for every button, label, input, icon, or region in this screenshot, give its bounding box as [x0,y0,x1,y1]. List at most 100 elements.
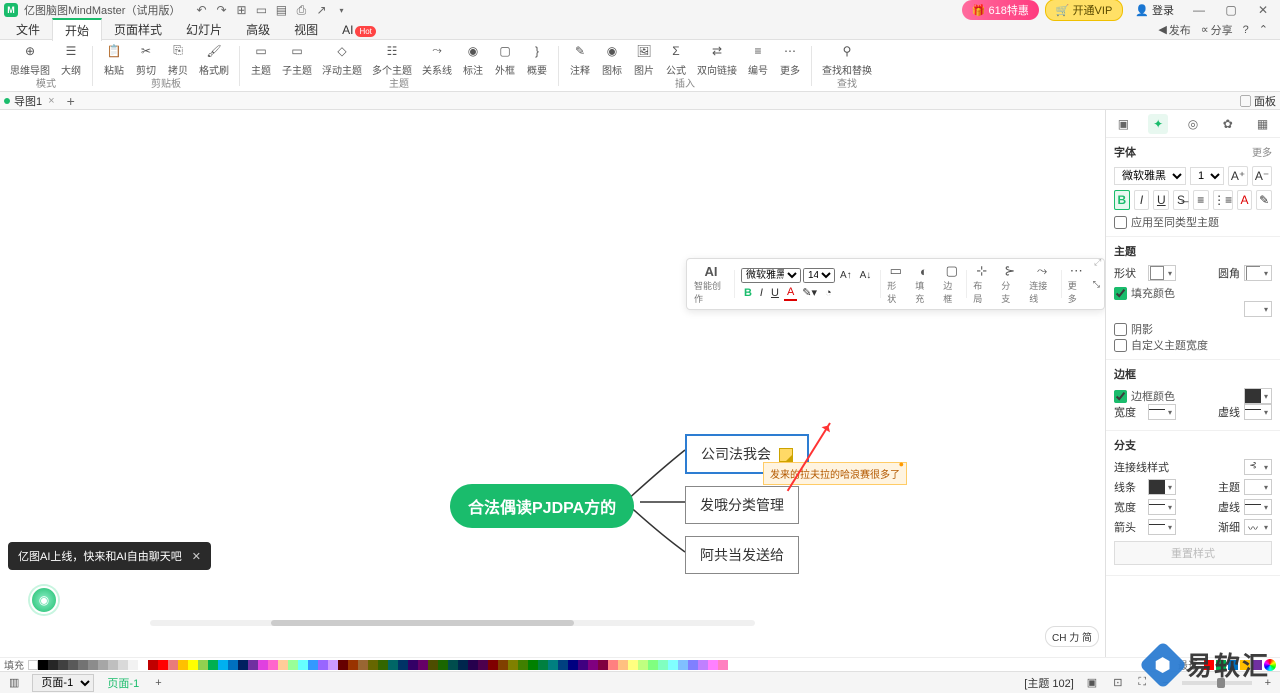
tool-subtopic[interactable]: ▭子主题 [278,40,316,79]
tool-number[interactable]: ≡编号 [743,40,773,79]
tool-mindmap[interactable]: ⊕思维导图 [6,40,54,79]
color-swatch[interactable] [158,660,168,670]
color-swatch[interactable] [288,660,298,670]
shape-select[interactable]: ▾ [1148,265,1176,281]
color-swatch[interactable] [688,660,698,670]
ft-connector[interactable]: ⤳连接线 [1024,261,1060,307]
note-indicator-icon[interactable] [779,448,793,462]
login-button[interactable]: 👤登录 [1135,2,1174,18]
page-select[interactable]: 页面-1 [32,674,94,692]
tool-outline[interactable]: ☰大纲 [56,40,86,79]
connector-style-select[interactable]: ⊰▾ [1244,459,1272,475]
dropdown-icon[interactable]: ▾ [334,3,348,17]
font-size-select[interactable]: 14 [803,268,835,283]
tool-summary[interactable]: }概要 [522,40,552,79]
tool-icon[interactable]: ◉图标 [597,40,627,79]
branch-linecolor-select[interactable]: ▾ [1148,479,1176,495]
shadow-checkbox[interactable]: 阴影 [1114,321,1272,337]
color-swatch[interactable] [508,660,518,670]
color-swatch[interactable] [328,660,338,670]
status-icon-2[interactable]: ⊡ [1110,676,1125,689]
color-swatch[interactable] [538,660,548,670]
branch-taper-select[interactable]: 〰▾ [1244,519,1272,535]
font-more[interactable]: 更多 [1252,144,1272,160]
color-swatch[interactable] [588,660,598,670]
share-button[interactable]: ∝ 分享 [1201,22,1233,38]
font-grow-button[interactable]: A⁺ [1228,166,1248,186]
minimize-button[interactable]: — [1186,0,1212,20]
color-swatch[interactable] [208,660,218,670]
horizontal-scrollbar[interactable] [150,620,755,626]
tool-bilink[interactable]: ⇄双向链接 [693,40,741,79]
vip-button[interactable]: 🛒开通VIP [1045,0,1123,21]
fontcolor-icon[interactable]: A [784,285,797,301]
color-swatch[interactable] [108,660,118,670]
color-swatch[interactable] [308,660,318,670]
font-grow-icon[interactable]: A↑ [837,269,855,282]
menu-slideshow[interactable]: 幻灯片 [174,19,234,40]
tool-formula[interactable]: Σ公式 [661,40,691,79]
panel-toggle[interactable]: ▢ 面板 [1240,93,1276,109]
color-swatch[interactable] [318,660,328,670]
status-icon-1[interactable]: ▣ [1084,676,1100,689]
color-swatch[interactable] [708,660,718,670]
color-swatch[interactable] [598,660,608,670]
color-swatch[interactable] [478,660,488,670]
color-swatch[interactable] [268,660,278,670]
color-swatch[interactable] [198,660,208,670]
color-swatch[interactable] [458,660,468,670]
color-swatch[interactable] [628,660,638,670]
undo-icon[interactable]: ↶ [194,3,208,17]
open-icon[interactable]: ▭ [254,3,268,17]
color-swatch[interactable] [678,660,688,670]
collapse-toolbar-icon[interactable]: ⤢ [1094,257,1105,269]
color-swatch[interactable] [658,660,668,670]
panel-tab-icon-icon[interactable]: ✿ [1218,114,1238,134]
tool-multi[interactable]: ☷多个主题 [368,40,416,79]
font-size-select[interactable]: 14 [1190,167,1224,185]
color-swatch[interactable] [148,660,158,670]
color-swatch[interactable] [38,660,48,670]
branch-dash-select[interactable]: ▾ [1244,499,1272,515]
border-width-select[interactable]: ▾ [1148,404,1176,420]
branch-width-select[interactable]: ▾ [1148,499,1176,515]
tool-copy[interactable]: ⎘拷贝 [163,40,193,79]
reset-style-button[interactable]: 重置样式 [1114,541,1272,565]
font-shrink-icon[interactable]: A↓ [857,269,875,282]
color-swatch[interactable] [618,660,628,670]
highlight-icon[interactable]: ✎▾ [799,285,820,300]
color-swatch[interactable] [298,660,308,670]
color-swatch[interactable] [78,660,88,670]
ime-indicator[interactable]: CH 力 简 [1045,626,1099,647]
color-swatch[interactable] [528,660,538,670]
ai-fab-button[interactable]: ◉ [30,586,58,614]
color-swatch[interactable] [558,660,568,670]
page-tab[interactable]: 页面-1 [104,675,142,691]
close-button[interactable]: ✕ [1250,0,1276,20]
color-swatch[interactable] [718,660,728,670]
help-icon[interactable]: ? [1243,22,1249,38]
bold-button[interactable]: B [1114,190,1130,210]
central-topic[interactable]: 合法偶读PJDPA方的 [450,484,634,528]
color-swatch[interactable] [138,660,148,670]
border-dash-select[interactable]: ▾ [1244,404,1272,420]
fill-color-checkbox[interactable]: 填充颜色 [1114,285,1272,301]
promo-618-button[interactable]: 🎁618特惠 [962,0,1039,20]
print-icon[interactable]: ⎙ [294,3,308,17]
tool-relation[interactable]: ⤳关系线 [418,40,456,79]
color-swatch[interactable] [168,660,178,670]
underline-button[interactable]: U [1153,190,1169,210]
color-swatch[interactable] [368,660,378,670]
color-swatch[interactable] [428,660,438,670]
menu-pagestyle[interactable]: 页面样式 [102,19,174,40]
panel-tab-style-icon[interactable]: ✦ [1148,114,1168,134]
color-swatch[interactable] [218,660,228,670]
ft-border[interactable]: ▢边框 [938,261,965,307]
color-swatch[interactable] [228,660,238,670]
tool-note[interactable]: ✎注释 [565,40,595,79]
color-swatch[interactable] [438,660,448,670]
color-swatch[interactable] [68,660,78,670]
tab-close-icon[interactable]: × [48,95,54,107]
color-swatch[interactable] [88,660,98,670]
collapse-ribbon-icon[interactable]: ⌃ [1259,22,1268,38]
